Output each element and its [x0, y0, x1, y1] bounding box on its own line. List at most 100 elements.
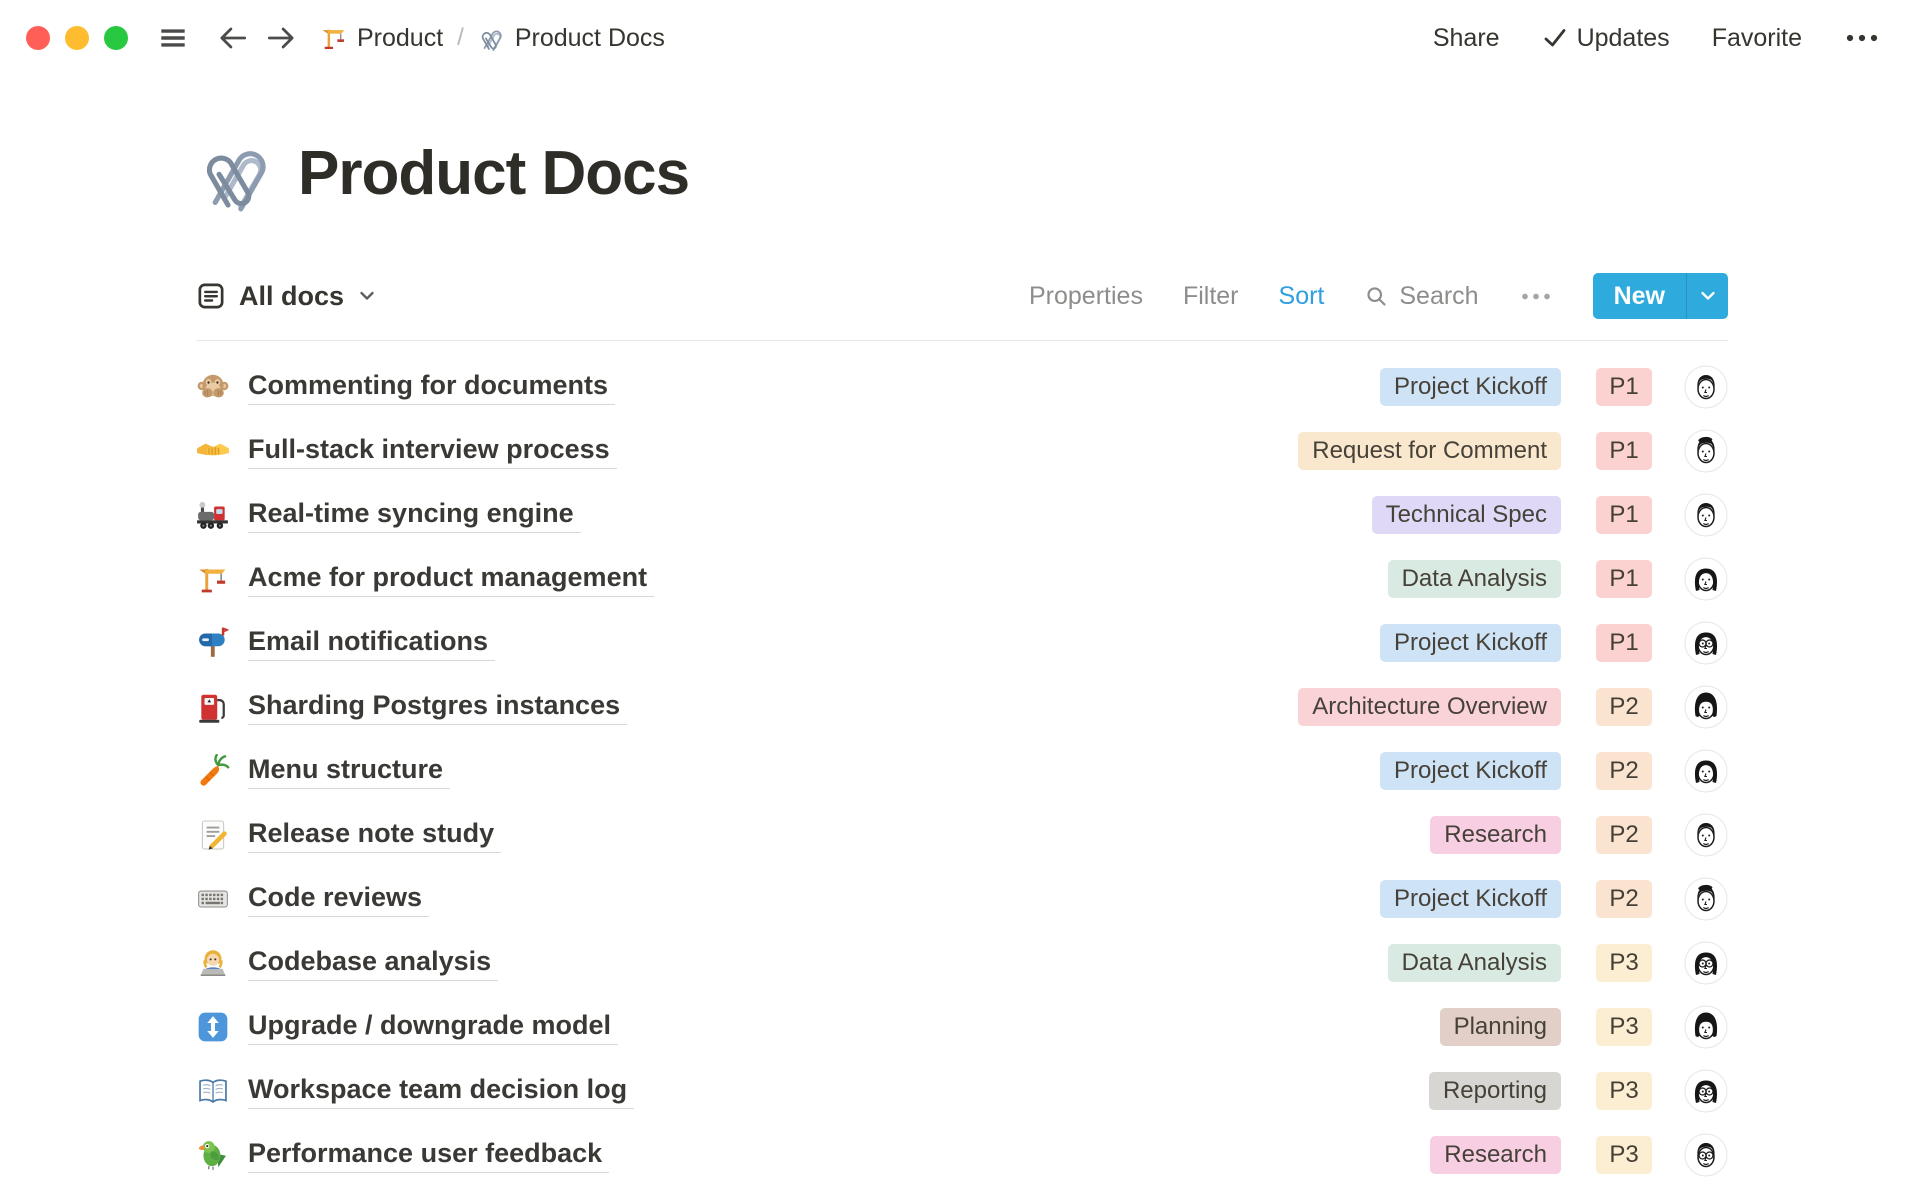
doc-type-tag: Architecture Overview	[1298, 688, 1561, 726]
priority-badge: P1	[1596, 560, 1652, 598]
zoom-window-button[interactable]	[104, 26, 128, 50]
up-down-arrow-icon	[196, 1010, 230, 1044]
doc-title-link[interactable]: Release note study	[248, 818, 501, 853]
search-button[interactable]: Search	[1364, 282, 1478, 311]
minimize-window-button[interactable]	[65, 26, 89, 50]
doc-type-tag: Research	[1430, 1136, 1561, 1174]
doc-title-link[interactable]: Code reviews	[248, 882, 429, 917]
breadcrumb-separator: /	[457, 24, 464, 52]
priority-badge: P3	[1596, 944, 1652, 982]
doc-type-tag: Data Analysis	[1388, 560, 1561, 598]
doc-title-link[interactable]: Real-time syncing engine	[248, 498, 581, 533]
doc-type-tag: Planning	[1440, 1008, 1561, 1046]
doc-title-link[interactable]: Email notifications	[248, 626, 495, 661]
doc-row[interactable]: Workspace team decision log Reporting P3	[196, 1059, 1728, 1123]
doc-row[interactable]: Release note study Research P2	[196, 803, 1728, 867]
search-icon	[1364, 284, 1389, 309]
priority-badge: P1	[1596, 624, 1652, 662]
updates-button[interactable]: Updates	[1542, 24, 1670, 53]
avatar-man-quiff	[1684, 429, 1728, 473]
doc-row[interactable]: Full-stack interview process Request for…	[196, 419, 1728, 483]
priority-badge: P2	[1596, 752, 1652, 790]
share-button[interactable]: Share	[1433, 24, 1500, 53]
sort-button[interactable]: Sort	[1279, 282, 1325, 311]
doc-row[interactable]: Email notifications Project Kickoff P1	[196, 611, 1728, 675]
breadcrumb-item-product[interactable]: Product	[320, 24, 443, 53]
list-view-icon	[196, 281, 226, 311]
favorite-label: Favorite	[1712, 24, 1802, 53]
priority-badge: P2	[1596, 688, 1652, 726]
doc-title-link[interactable]: Commenting for documents	[248, 370, 615, 405]
building-construction-icon	[196, 562, 230, 596]
doc-title-link[interactable]: Upgrade / downgrade model	[248, 1010, 618, 1045]
filter-button[interactable]: Filter	[1183, 282, 1239, 311]
sidebar-menu-icon[interactable]	[156, 21, 190, 55]
doc-title-link[interactable]: Sharding Postgres instances	[248, 690, 627, 725]
doc-type-tag: Project Kickoff	[1380, 880, 1561, 918]
priority-badge: P1	[1596, 496, 1652, 534]
doc-type-tag: Technical Spec	[1372, 496, 1561, 534]
new-button[interactable]: New	[1593, 273, 1728, 319]
doc-row[interactable]: Commenting for documents Project Kickoff…	[196, 355, 1728, 419]
doc-row[interactable]: Real-time syncing engine Technical Spec …	[196, 483, 1728, 547]
doc-type-tag: Reporting	[1429, 1072, 1561, 1110]
new-button-label[interactable]: New	[1593, 273, 1686, 319]
doc-row[interactable]: Menu structure Project Kickoff P2	[196, 739, 1728, 803]
breadcrumb-label: Product Docs	[515, 24, 665, 53]
avatar-glasses-long	[1684, 941, 1728, 985]
avatar-man-glasses	[1684, 1133, 1728, 1177]
doc-title-link[interactable]: Acme for product management	[248, 562, 654, 597]
back-button[interactable]	[216, 21, 250, 55]
priority-badge: P2	[1596, 816, 1652, 854]
toolbar-more-icon[interactable]	[1519, 291, 1553, 302]
doc-type-tag: Research	[1430, 816, 1561, 854]
view-selector[interactable]: All docs	[196, 281, 377, 312]
priority-badge: P1	[1596, 368, 1652, 406]
parrot-icon	[196, 1138, 230, 1172]
breadcrumb-item-product-docs[interactable]: Product Docs	[478, 24, 665, 53]
close-window-button[interactable]	[26, 26, 50, 50]
avatar-woman-bob	[1684, 685, 1728, 729]
priority-badge: P1	[1596, 432, 1652, 470]
favorite-button[interactable]: Favorite	[1712, 24, 1802, 53]
page-content: Product Docs All docs Properties Filter …	[196, 132, 1728, 1187]
doc-title-link[interactable]: Codebase analysis	[248, 946, 498, 981]
fuel-pump-icon	[196, 690, 230, 724]
locomotive-icon	[196, 498, 230, 532]
doc-type-tag: Project Kickoff	[1380, 752, 1561, 790]
doc-row[interactable]: Acme for product management Data Analysi…	[196, 547, 1728, 611]
search-label: Search	[1399, 282, 1478, 311]
doc-row[interactable]: Upgrade / downgrade model Planning P3	[196, 995, 1728, 1059]
doc-row[interactable]: Sharding Postgres instances Architecture…	[196, 675, 1728, 739]
page-title: Product Docs	[298, 138, 689, 209]
doc-title-link[interactable]: Menu structure	[248, 754, 450, 789]
priority-badge: P3	[1596, 1072, 1652, 1110]
avatar-man-short	[1684, 493, 1728, 537]
doc-type-tag: Project Kickoff	[1380, 368, 1561, 406]
carrot-icon	[196, 754, 230, 788]
priority-badge: P3	[1596, 1008, 1652, 1046]
forward-button[interactable]	[264, 21, 298, 55]
doc-title-link[interactable]: Full-stack interview process	[248, 434, 617, 469]
doc-type-tag: Data Analysis	[1388, 944, 1561, 982]
more-options-icon[interactable]	[1844, 32, 1880, 44]
linked-paperclips-icon	[478, 24, 506, 52]
updates-label: Updates	[1577, 24, 1670, 53]
breadcrumb-label: Product	[357, 24, 443, 53]
window-titlebar: Product / Product Docs Share Updates Fav…	[0, 0, 1920, 76]
breadcrumb: Product / Product Docs	[320, 24, 665, 53]
docs-list: Commenting for documents Project Kickoff…	[196, 341, 1728, 1187]
doc-row[interactable]: Code reviews Project Kickoff P2	[196, 867, 1728, 931]
view-toolbar: All docs Properties Filter Sort Search N…	[196, 272, 1728, 320]
doc-title-link[interactable]: Performance user feedback	[248, 1138, 609, 1173]
doc-row[interactable]: Performance user feedback Research P3	[196, 1123, 1728, 1187]
avatar-woman-long	[1684, 749, 1728, 793]
doc-title-link[interactable]: Workspace team decision log	[248, 1074, 634, 1109]
properties-button[interactable]: Properties	[1029, 282, 1143, 311]
handshake-icon	[196, 434, 230, 468]
priority-badge: P3	[1596, 1136, 1652, 1174]
view-label: All docs	[239, 281, 344, 312]
doc-row[interactable]: Codebase analysis Data Analysis P3	[196, 931, 1728, 995]
new-button-dropdown[interactable]	[1686, 273, 1728, 319]
page-icon-linked-paperclips[interactable]	[196, 132, 278, 214]
